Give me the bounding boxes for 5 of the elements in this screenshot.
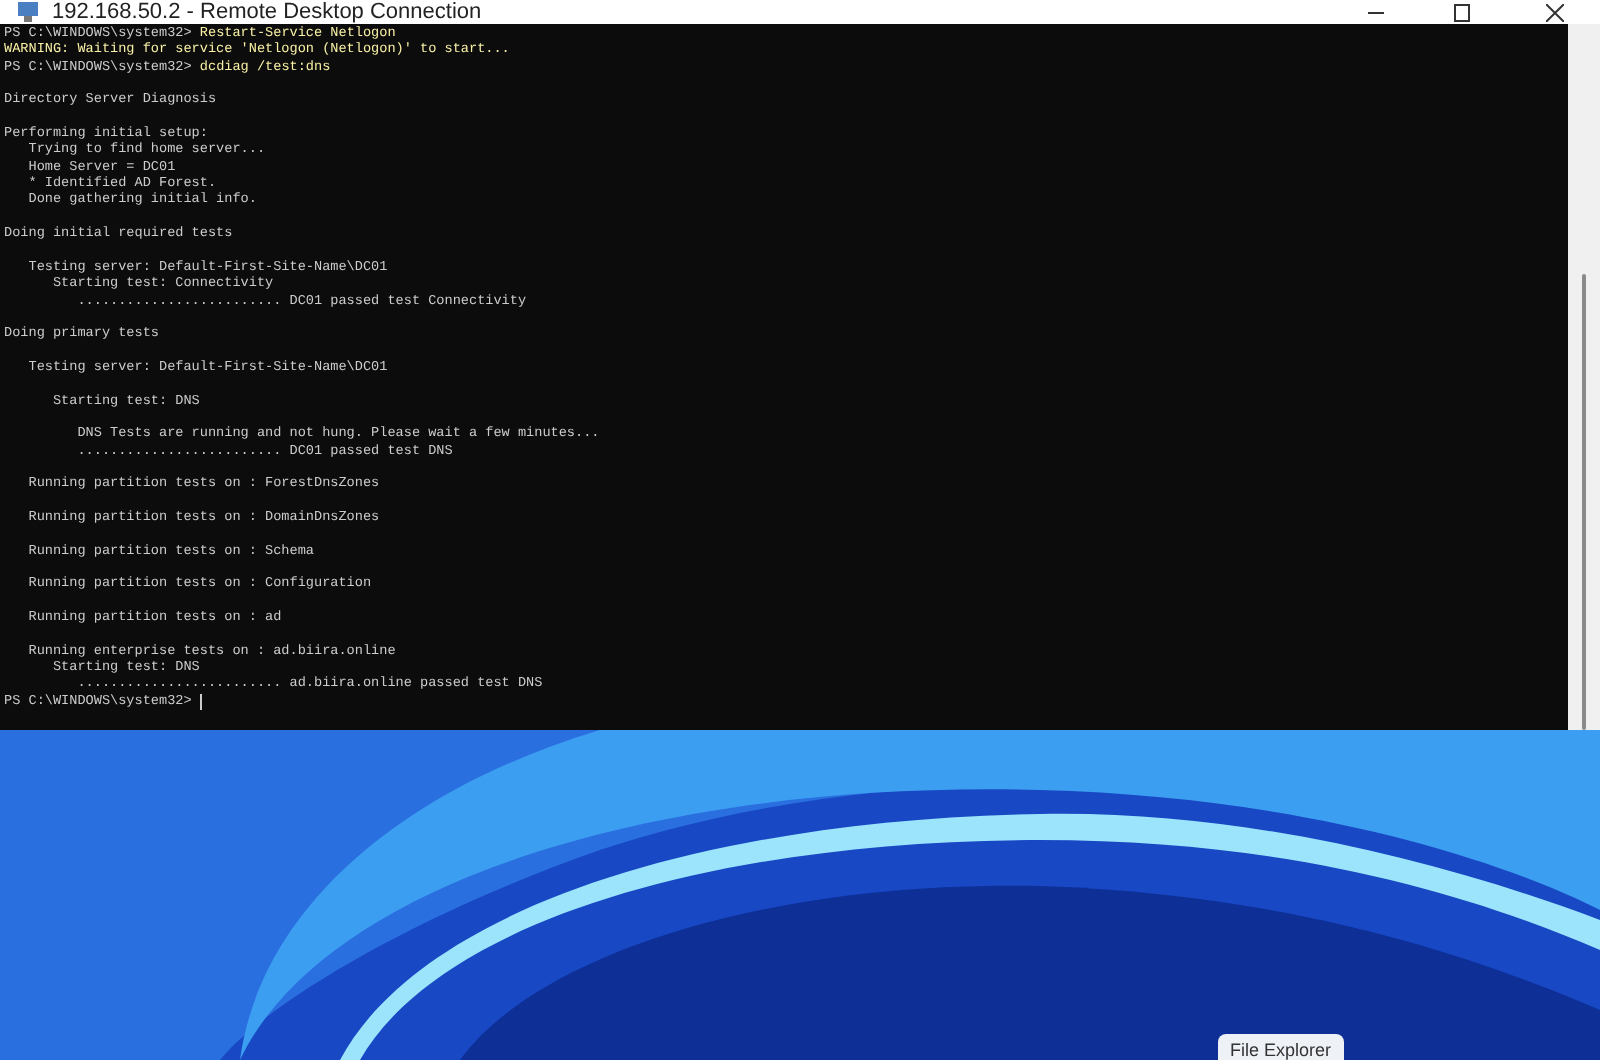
scrollbar[interactable] xyxy=(1582,274,1586,730)
close-icon xyxy=(1545,3,1563,21)
remote-desktop-icon xyxy=(16,2,40,22)
window-title: 192.168.50.2 - Remote Desktop Connection xyxy=(52,0,482,24)
tooltip: File Explorer xyxy=(1218,1034,1344,1060)
